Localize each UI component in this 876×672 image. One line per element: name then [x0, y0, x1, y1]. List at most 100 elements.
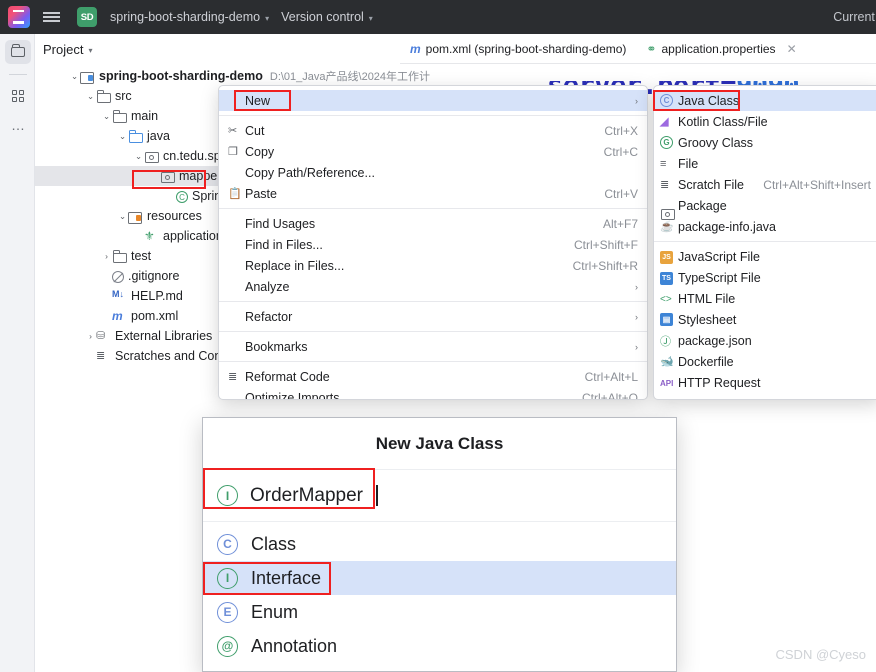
- strip-divider: [9, 74, 27, 75]
- new-submenu-item[interactable]: ◢ Kotlin Class/File: [654, 111, 876, 132]
- context-menu-item[interactable]: ≣ Reformat Code Ctrl+Alt+L: [219, 366, 647, 387]
- class-kind-row[interactable]: I Interface: [203, 561, 676, 595]
- new-submenu-item[interactable]: JS JavaScript File: [654, 246, 876, 267]
- new-submenu-item[interactable]: Ⓙpackage.json: [654, 330, 876, 351]
- ide-titlebar: SD spring-boot-sharding-demo ▾ Version c…: [0, 0, 876, 34]
- project-tool-button[interactable]: [5, 40, 31, 64]
- context-menu-item[interactable]: Copy Path/Reference...: [219, 162, 647, 183]
- class-kind-list: C Class I Interface E Enum @ Annotation: [203, 522, 676, 663]
- class-name-input[interactable]: I OrderMapper: [203, 470, 676, 522]
- context-menu-item-label: Paste: [245, 186, 277, 201]
- editor-tab-application-properties[interactable]: ⚭ application.properties ✕: [636, 34, 806, 64]
- new-submenu-item-label: JavaScript File: [678, 249, 760, 264]
- chevron-down-icon[interactable]: ›: [149, 171, 160, 181]
- main-menu-burger-icon[interactable]: [39, 0, 65, 34]
- dialog-title: New Java Class: [203, 418, 676, 470]
- maven-m-icon: m: [112, 308, 123, 323]
- tree-row[interactable]: ⌄ spring-boot-sharding-demo D:\01_Java产品线\…: [35, 66, 430, 86]
- tool-window-strip: …: [0, 34, 35, 672]
- new-submenu-item-label: Scratch File: [678, 177, 744, 192]
- project-name-label: spring-boot-sharding-demo: [110, 10, 261, 24]
- editor-tab-pom[interactable]: m pom.xml (spring-boot-sharding-demo): [400, 34, 636, 64]
- new-submenu-item[interactable]: C Java Class: [654, 90, 876, 111]
- editor-tab-label: pom.xml (spring-boot-sharding-demo): [425, 41, 627, 56]
- context-menu-item[interactable]: Replace in Files... Ctrl+Shift+R: [219, 255, 647, 276]
- new-submenu-item[interactable]: ☕ package-info.java: [654, 216, 876, 237]
- file-icon: ≡: [660, 158, 678, 170]
- javascript-file-icon: JS: [660, 250, 673, 264]
- context-menu-item-label: Optimize Imports: [245, 390, 340, 400]
- project-panel-header[interactable]: Project ▾: [35, 34, 92, 64]
- chevron-down-icon[interactable]: ⌄: [85, 91, 96, 102]
- chevron-right-icon: ›: [635, 281, 638, 292]
- properties-icon: ⚭: [646, 41, 657, 56]
- editor-tab-label: application.properties: [661, 41, 776, 56]
- context-menu-item-label: Copy: [245, 144, 275, 159]
- chevron-right-icon: ›: [635, 341, 638, 352]
- folder-blue-icon: [128, 129, 143, 144]
- chevron-down-icon[interactable]: ⌄: [101, 111, 112, 122]
- context-menu-item[interactable]: Optimize Imports Ctrl+Alt+O: [219, 387, 647, 400]
- panel-title: Project: [43, 41, 84, 57]
- tree-row-label: test: [131, 249, 152, 263]
- class-icon: C: [217, 533, 238, 555]
- chevron-down-icon[interactable]: ›: [101, 271, 112, 281]
- file-icon: ≡: [660, 157, 667, 170]
- project-selector[interactable]: spring-boot-sharding-demo ▾: [104, 0, 275, 34]
- new-submenu-item[interactable]: <> HTML File: [654, 288, 876, 309]
- context-menu-item[interactable]: New ›: [219, 90, 647, 111]
- context-menu-item-shortcut: Ctrl+Shift+R: [572, 258, 638, 273]
- new-submenu-item[interactable]: Package: [654, 195, 876, 216]
- tree-row-label: pom.xml: [131, 309, 179, 323]
- new-submenu-item[interactable]: TS TypeScript File: [654, 267, 876, 288]
- class-kind-row[interactable]: E Enum: [203, 595, 676, 629]
- interface-icon: I: [217, 567, 238, 589]
- version-control-selector[interactable]: Version control ▾: [275, 0, 379, 34]
- context-menu-item[interactable]: Bookmarks ›: [219, 336, 647, 357]
- class-kind-row[interactable]: C Class: [203, 527, 676, 561]
- new-submenu-item[interactable]: ≡ File: [654, 153, 876, 174]
- chevron-down-icon[interactable]: ›: [165, 191, 176, 201]
- chevron-down-icon[interactable]: ⌄: [133, 151, 144, 162]
- chevron-down-icon[interactable]: ›: [101, 291, 112, 301]
- text-caret: [376, 485, 378, 506]
- context-menu-item[interactable]: 📋 Paste Ctrl+V: [219, 183, 647, 204]
- html-file-icon: <>: [660, 293, 678, 305]
- context-menu-item[interactable]: ✂ Cut Ctrl+X: [219, 120, 647, 141]
- context-menu: New › ✂ Cut Ctrl+X ❐ Copy Ctrl+C Copy Path/Refer…: [218, 85, 648, 400]
- chevron-down-icon[interactable]: ⌄: [117, 131, 128, 142]
- new-submenu-item[interactable]: 🐋 Dockerfile: [654, 351, 876, 372]
- new-submenu-item[interactable]: ▤ Stylesheet: [654, 309, 876, 330]
- context-menu-item[interactable]: Refactor ›: [219, 306, 647, 327]
- new-submenu-item[interactable]: G Groovy Class: [654, 132, 876, 153]
- new-submenu-item-label: HTTP Request: [678, 375, 761, 390]
- chevron-down-icon[interactable]: ⌄: [69, 71, 80, 82]
- new-submenu-item-label: package-info.java: [678, 219, 776, 234]
- context-menu-item-label: Replace in Files...: [245, 258, 345, 273]
- structure-tool-button[interactable]: [5, 84, 31, 108]
- context-menu-item[interactable]: ❐ Copy Ctrl+C: [219, 141, 647, 162]
- chevron-down-icon[interactable]: ›: [101, 311, 112, 321]
- annotation-icon: @: [217, 635, 238, 657]
- http-request-icon: API: [660, 378, 674, 388]
- chevron-down-icon[interactable]: ›: [85, 351, 96, 361]
- new-submenu-item-label: Kotlin Class/File: [678, 114, 768, 129]
- scratches-icon: ≣: [96, 349, 106, 362]
- chevron-down-icon[interactable]: ⌄: [117, 211, 128, 222]
- more-tool-windows-button[interactable]: …: [5, 116, 31, 140]
- chevron-right-icon[interactable]: ›: [85, 331, 96, 341]
- context-menu-item[interactable]: Analyze ›: [219, 276, 647, 297]
- chevron-down-icon[interactable]: ›: [133, 231, 144, 241]
- new-submenu-item-label: package.json: [678, 333, 752, 348]
- context-menu-item[interactable]: Find Usages Alt+F7: [219, 213, 647, 234]
- chevron-right-icon[interactable]: ›: [101, 251, 112, 261]
- class-kind-row[interactable]: @ Annotation: [203, 629, 676, 663]
- close-icon[interactable]: ✕: [787, 42, 797, 56]
- new-submenu-item[interactable]: API HTTP Request: [654, 372, 876, 393]
- tree-row-label: mapper: [179, 169, 222, 183]
- context-menu-item[interactable]: Find in Files... Ctrl+Shift+F: [219, 234, 647, 255]
- new-submenu-item[interactable]: ≣ Scratch File Ctrl+Alt+Shift+Insert: [654, 174, 876, 195]
- stylesheet-icon: ▤: [660, 313, 673, 326]
- new-submenu: C Java Class ◢ Kotlin Class/File G Groovy Cla…: [653, 85, 876, 400]
- class-kind-label: Class: [251, 533, 297, 554]
